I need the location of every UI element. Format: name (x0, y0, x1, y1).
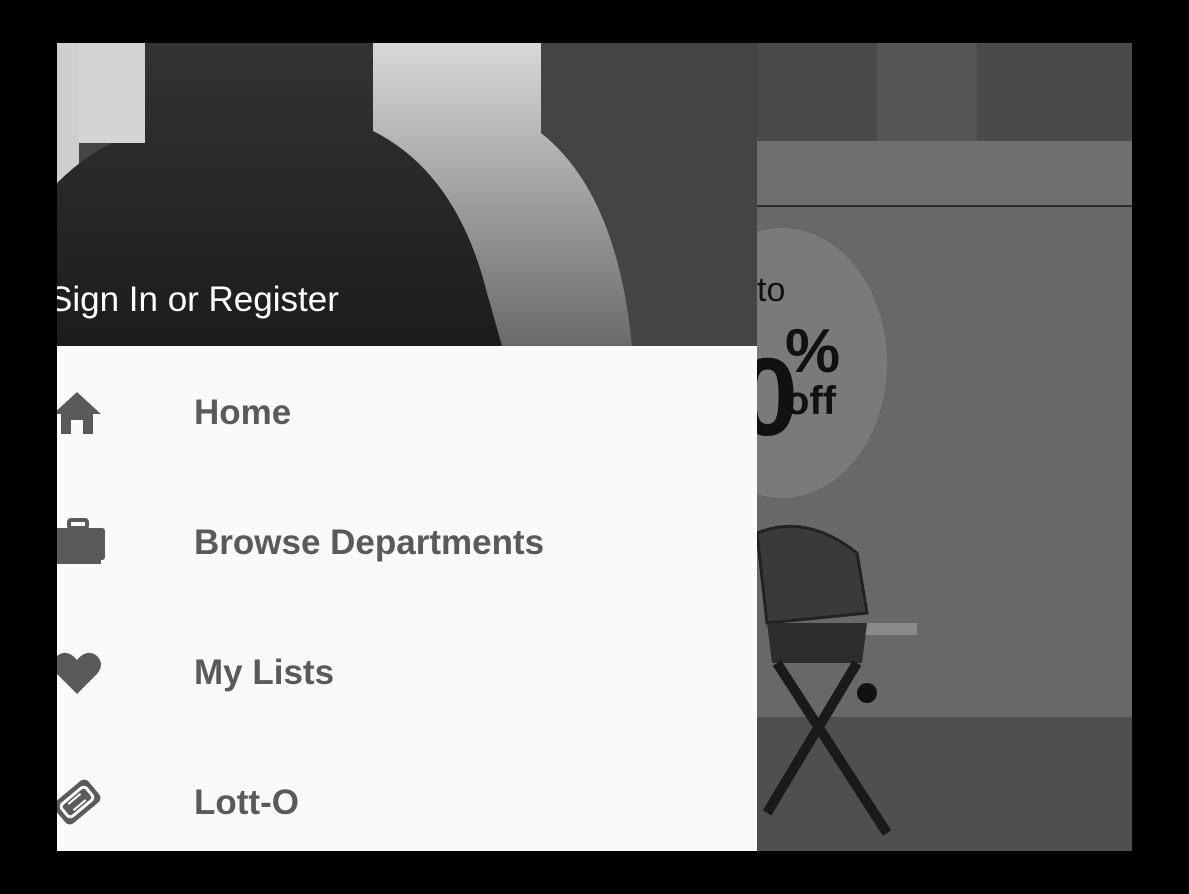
drawer-header: Sign In or Register (57, 43, 757, 346)
promo-percent: % (785, 317, 841, 386)
app-screen: to 0 % off Sign In or Register Home Brow… (57, 43, 1132, 851)
drawer-menu: Home Browse Departments My Lists Lott-O (57, 346, 757, 851)
menu-item-my-lists[interactable]: My Lists (57, 606, 757, 736)
promo-suffix: off (785, 379, 837, 423)
menu-item-label: Lott-O (194, 783, 299, 822)
grill-image (755, 524, 917, 836)
ticket-icon (57, 779, 101, 825)
menu-item-label: Home (194, 393, 292, 432)
heart-icon (57, 652, 101, 694)
navigation-drawer: Sign In or Register Home Browse Departme… (57, 43, 757, 851)
home-icon (57, 392, 101, 434)
menu-item-browse-departments[interactable]: Browse Departments (57, 476, 757, 606)
briefcase-icon (57, 518, 105, 564)
menu-item-home[interactable]: Home (57, 346, 757, 476)
menu-item-lott-o[interactable]: Lott-O (57, 736, 757, 851)
sign-in-register-link[interactable]: Sign In or Register (57, 280, 339, 320)
promo-prefix: to (757, 271, 786, 309)
menu-item-label: My Lists (194, 653, 335, 692)
menu-item-label: Browse Departments (194, 523, 545, 562)
